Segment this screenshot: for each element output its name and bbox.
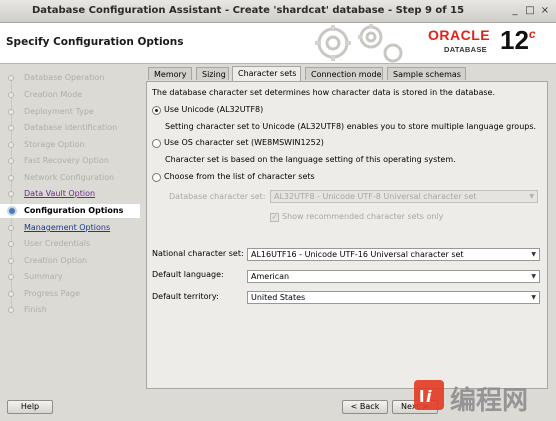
page-title: Specify Configuration Options <box>6 36 184 48</box>
show-recommended-checkbox[interactable]: ✓ <box>270 213 279 222</box>
step-user-credentials: User Credentials <box>8 237 90 251</box>
oracle-logo: ORACLE <box>428 27 491 43</box>
step-network-configuration: Network Configuration <box>8 171 114 185</box>
step-database-identification: Database Identification <box>8 121 117 135</box>
page-header: Specify Configuration Options ORACLE DAT… <box>0 23 556 64</box>
dropdown-arrow-icon: ▼ <box>531 294 536 301</box>
step-dot-icon <box>8 225 14 231</box>
step-dot-icon <box>8 92 14 98</box>
default-language-label: Default language: <box>152 270 224 279</box>
version-logo: 12c <box>500 25 536 56</box>
back-button[interactable]: < Back <box>342 400 388 414</box>
step-dot-icon <box>8 175 14 181</box>
step-finish: Finish <box>8 303 47 317</box>
default-territory-label: Default territory: <box>152 292 219 301</box>
step-configuration-options[interactable]: Configuration Options <box>0 204 140 218</box>
tab-character-sets[interactable]: Character sets <box>232 66 301 81</box>
step-dot-icon <box>8 191 14 197</box>
db-charset-value: AL32UTF8 - Unicode UTF-8 Universal chara… <box>274 192 477 201</box>
charset-intro-text: The database character set determines ho… <box>152 88 495 97</box>
national-charset-value: AL16UTF16 - Unicode UTF-16 Universal cha… <box>251 250 464 259</box>
current-step-icon <box>7 206 17 216</box>
version-suffix: c <box>528 27 536 41</box>
os-charset-label[interactable]: Use OS character set (WE8MSWIN1252) <box>164 138 324 147</box>
gears-icon <box>315 24 403 63</box>
step-creation-mode: Creation Mode <box>8 88 82 102</box>
window-titlebar: Database Configuration Assistant - Creat… <box>0 0 556 23</box>
step-dot-icon <box>8 291 14 297</box>
unicode-label[interactable]: Use Unicode (AL32UTF8) <box>164 105 263 114</box>
tab-sample-schemas[interactable]: Sample schemas <box>387 67 466 80</box>
step-deployment-type: Deployment Type <box>8 105 94 119</box>
watermark-text: 编程网 <box>450 386 529 416</box>
svg-text:i: i <box>426 387 432 406</box>
step-summary: Summary <box>8 270 63 284</box>
step-data-vault-option[interactable]: Data Vault Option <box>8 187 95 201</box>
steps-sidebar: Database Operation Creation Mode Deploym… <box>0 64 142 394</box>
tab-sizing[interactable]: Sizing <box>196 67 229 80</box>
step-dot-icon <box>8 75 14 81</box>
maximize-icon[interactable]: □ <box>523 4 537 17</box>
step-dot-icon <box>8 307 14 313</box>
os-charset-description: Character set is based on the language s… <box>165 155 456 164</box>
step-management-options[interactable]: Management Options <box>8 221 110 235</box>
help-button[interactable]: Help <box>7 400 53 414</box>
step-dot-icon <box>8 158 14 164</box>
step-database-operation: Database Operation <box>8 71 105 85</box>
unicode-description: Setting character set to Unicode (AL32UT… <box>165 122 537 131</box>
tab-connection-mode[interactable]: Connection mode <box>305 67 383 80</box>
dropdown-arrow-icon: ▼ <box>531 273 536 280</box>
step-dot-icon <box>8 274 14 280</box>
step-progress-page: Progress Page <box>8 287 80 301</box>
step-creation-option: Creation Option <box>8 254 87 268</box>
step-storage-option: Storage Option <box>8 138 85 152</box>
dropdown-arrow-icon: ▼ <box>529 193 534 200</box>
step-fast-recovery-option: Fast Recovery Option <box>8 154 109 168</box>
oracle-database-label: DATABASE <box>444 45 487 54</box>
unicode-radio[interactable] <box>152 106 161 115</box>
close-icon[interactable]: × <box>538 4 552 17</box>
version-number: 12 <box>500 25 529 55</box>
charset-list-radio[interactable] <box>152 173 161 182</box>
step-dot-icon <box>8 258 14 264</box>
db-charset-label: Database character set: <box>169 192 266 201</box>
minimize-icon[interactable]: _ <box>508 4 522 17</box>
default-territory-select[interactable]: United States ▼ <box>247 291 540 304</box>
watermark: l i 编程网 <box>410 380 556 419</box>
character-sets-panel: The database character set determines ho… <box>146 81 548 389</box>
default-language-value: American <box>251 272 290 281</box>
show-recommended-label: Show recommended character sets only <box>282 212 444 221</box>
step-dot-icon <box>8 142 14 148</box>
national-charset-label: National character set: <box>152 249 244 258</box>
step-dot-icon <box>8 109 14 115</box>
tab-memory[interactable]: Memory <box>148 67 192 80</box>
db-charset-select[interactable]: AL32UTF8 - Unicode UTF-8 Universal chara… <box>270 190 538 203</box>
os-charset-radio[interactable] <box>152 139 161 148</box>
dropdown-arrow-icon: ▼ <box>531 251 536 258</box>
default-language-select[interactable]: American ▼ <box>247 270 540 283</box>
window-title: Database Configuration Assistant - Creat… <box>31 5 465 16</box>
default-territory-value: United States <box>251 293 306 302</box>
step-dot-icon <box>8 241 14 247</box>
step-dot-icon <box>8 125 14 131</box>
national-charset-select[interactable]: AL16UTF16 - Unicode UTF-16 Universal cha… <box>247 248 540 261</box>
svg-text:l: l <box>419 387 424 406</box>
charset-list-label[interactable]: Choose from the list of character sets <box>164 172 315 181</box>
